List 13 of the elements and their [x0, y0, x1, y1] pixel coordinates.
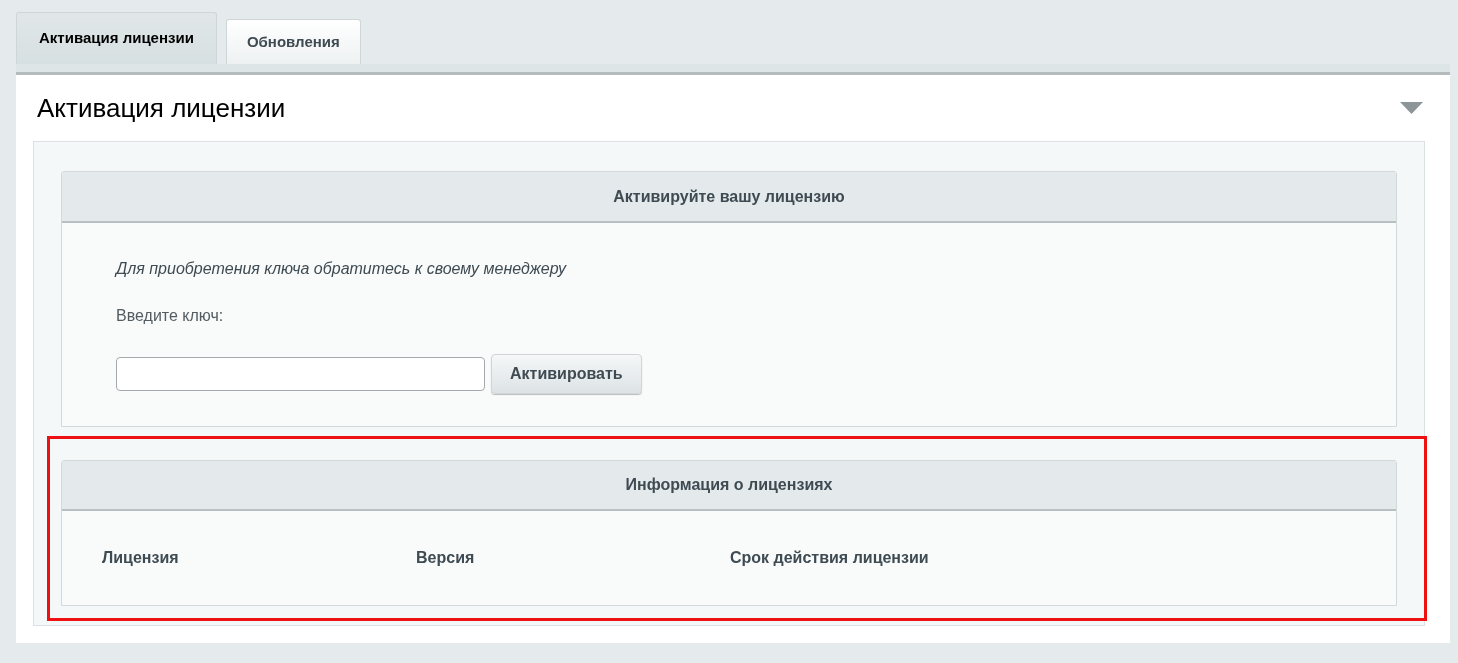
key-input-field[interactable] — [116, 357, 485, 391]
activate-button[interactable]: Активировать — [491, 354, 642, 394]
column-header: Лицензия — [102, 548, 180, 568]
column-header: Версия — [416, 548, 476, 568]
card-title: Активируйте вашу лицензию — [613, 186, 845, 207]
tab[interactable]: Активация лицензии — [16, 12, 217, 64]
tab[interactable]: Обновления — [225, 19, 361, 64]
hint-text: Для приобретения ключа обратитесь к своему менеджеру — [116, 259, 567, 279]
panel-title: Активация лицензии — [37, 91, 286, 125]
key-label: Введите ключ: — [116, 306, 224, 326]
column-header: Срок действия лицензии — [730, 548, 930, 568]
collapse-triangle-icon[interactable] — [1400, 102, 1423, 114]
card-title: Информация о лицензиях — [625, 475, 833, 495]
